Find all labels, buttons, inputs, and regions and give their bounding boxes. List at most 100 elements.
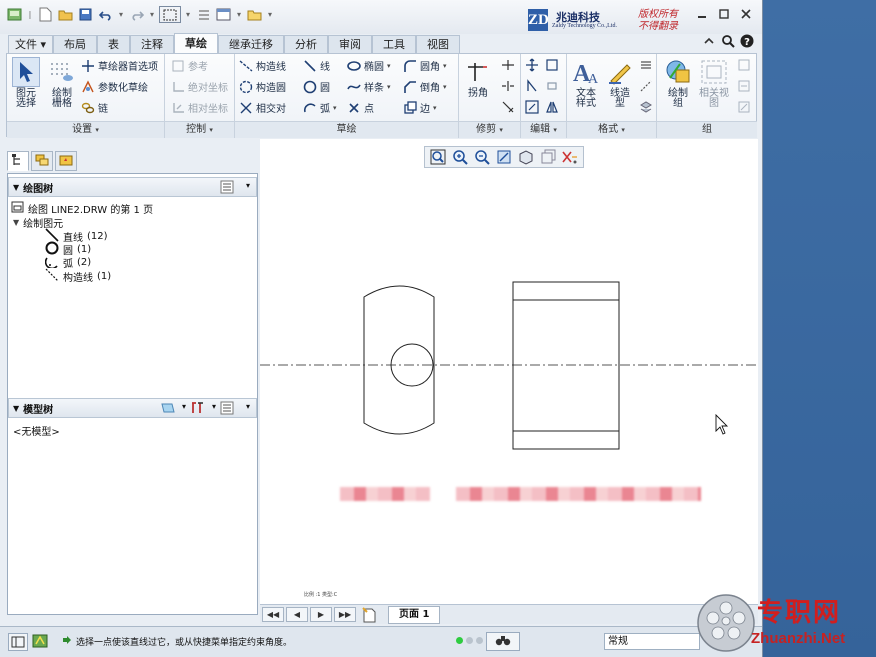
fillet-button[interactable]: 圆角 ▾: [403, 56, 447, 75]
first-page-button[interactable]: ◀◀: [262, 607, 284, 622]
expand-icon[interactable]: ▼: [13, 218, 19, 227]
tab-view[interactable]: 视图: [416, 35, 461, 53]
scale-icon[interactable]: [525, 100, 539, 114]
toggle-navigator-icon[interactable]: [8, 633, 28, 651]
tools-icon[interactable]: [190, 401, 206, 418]
save-icon[interactable]: [77, 6, 94, 23]
hatch-icon[interactable]: [639, 58, 653, 72]
chevron-down-icon[interactable]: ▾: [117, 10, 125, 19]
chevron-down-icon[interactable]: ▾: [246, 402, 250, 411]
refit-icon[interactable]: [428, 148, 448, 166]
delete-segment-icon[interactable]: [501, 79, 515, 93]
chevron-down-icon[interactable]: ▾: [433, 104, 437, 112]
circle-button[interactable]: 圆: [303, 77, 330, 96]
tab-model-tree[interactable]: [7, 151, 29, 171]
divide-icon[interactable]: [501, 58, 515, 72]
draw-grid-button[interactable]: 绘制 栅格: [45, 57, 79, 109]
chain-button[interactable]: 链: [81, 98, 108, 117]
absolute-coord-button[interactable]: 绝对坐标: [171, 77, 228, 96]
mirror-icon[interactable]: [545, 100, 559, 114]
app-menu-icon[interactable]: [6, 6, 23, 23]
select-entity-button[interactable]: 图元 选择: [9, 57, 43, 109]
maximize-icon[interactable]: [717, 8, 731, 22]
draw-group-button[interactable]: 绘制 组: [661, 57, 695, 109]
reference-button[interactable]: 参考: [171, 56, 208, 75]
show-icon[interactable]: [160, 401, 176, 418]
parametric-sketch-button[interactable]: 参数化草绘: [81, 77, 148, 96]
repaint-icon[interactable]: [494, 148, 514, 166]
search-icon[interactable]: [721, 34, 735, 51]
group-edit-icon[interactable]: [737, 100, 751, 114]
tab-layout[interactable]: 布局: [53, 35, 98, 53]
tab-tools[interactable]: 工具: [372, 35, 417, 53]
new-file-icon[interactable]: [37, 6, 54, 23]
rotate-icon[interactable]: [525, 79, 539, 93]
chevron-down-icon[interactable]: ▾: [246, 181, 250, 190]
collapse-ribbon-icon[interactable]: [702, 34, 716, 51]
move-icon[interactable]: [525, 58, 539, 72]
spline-button[interactable]: 样条 ▾: [347, 77, 391, 96]
related-view-button[interactable]: 相关视 图: [697, 57, 731, 109]
tab-annotate[interactable]: 注释: [130, 35, 175, 53]
redo-icon[interactable]: [128, 6, 145, 23]
drawing-canvas[interactable]: 比例 :1 类型:C: [260, 139, 758, 605]
construction-circle-button[interactable]: 构造圆: [239, 77, 286, 96]
relative-coord-button[interactable]: 相对坐标: [171, 98, 228, 117]
zoom-in-icon[interactable]: [450, 148, 470, 166]
trim-icon[interactable]: [501, 100, 515, 114]
chamfer-button[interactable]: 倒角 ▾: [403, 77, 447, 96]
chevron-down-icon[interactable]: ▾: [387, 62, 391, 70]
tab-table[interactable]: 表: [97, 35, 131, 53]
point-button[interactable]: 点: [347, 98, 374, 117]
select-box-icon[interactable]: [159, 6, 181, 23]
customize-qat-icon[interactable]: ▾: [266, 10, 274, 19]
zoom-out-icon[interactable]: [472, 148, 492, 166]
text-style-button[interactable]: AA 文本 样式: [569, 57, 603, 109]
chevron-down-icon[interactable]: ▾: [184, 10, 192, 19]
tree-root[interactable]: 绘图 LINE2.DRW 的第 1 页: [11, 201, 153, 216]
undo-icon[interactable]: [97, 6, 114, 23]
minimize-icon[interactable]: [695, 8, 709, 22]
datum-display-icon[interactable]: [560, 148, 580, 166]
chevron-down-icon[interactable]: ▾: [443, 62, 447, 70]
line-button[interactable]: 线: [303, 56, 330, 75]
saved-views-icon[interactable]: [538, 148, 558, 166]
open-folder-icon[interactable]: [57, 6, 74, 23]
tab-analysis[interactable]: 分析: [284, 35, 329, 53]
collapse-icon[interactable]: ▼: [13, 404, 19, 413]
arc-button[interactable]: 弧 ▾: [303, 98, 337, 117]
line-style-button[interactable]: 线造 型: [603, 57, 637, 109]
corner-button[interactable]: 拐角: [461, 57, 495, 99]
tree-settings-icon[interactable]: [220, 401, 234, 418]
last-page-button[interactable]: ▶▶: [334, 607, 356, 622]
chevron-down-icon[interactable]: ▾: [387, 83, 391, 91]
chevron-down-icon[interactable]: ▾: [212, 402, 216, 411]
group-add-icon[interactable]: [737, 58, 751, 72]
copy-icon[interactable]: [545, 79, 559, 93]
tree-item-construction-line[interactable]: 构造线 (1): [45, 268, 111, 285]
layer-icon[interactable]: [639, 100, 653, 114]
chevron-down-icon[interactable]: ▾: [235, 10, 243, 19]
browser-icon[interactable]: [31, 633, 51, 651]
find-button[interactable]: [486, 632, 520, 651]
display-style-icon[interactable]: [516, 148, 536, 166]
close-window-folder-icon[interactable]: [246, 6, 263, 23]
group-remove-icon[interactable]: [737, 79, 751, 93]
close-icon[interactable]: [739, 8, 753, 22]
tab-file[interactable]: 文件 ▾: [8, 35, 54, 53]
edge-button[interactable]: 边 ▾: [403, 98, 437, 117]
intersect-button[interactable]: 相交对: [239, 98, 286, 117]
construction-line-button[interactable]: 构造线: [239, 56, 286, 75]
page-tab[interactable]: 页面 1: [388, 605, 441, 624]
windows-icon[interactable]: [215, 6, 232, 23]
model-tree-header[interactable]: ▼ 模型树 ▾ ▾ ▾: [8, 398, 257, 418]
new-page-icon[interactable]: [362, 606, 380, 623]
drawing-tree-header[interactable]: ▼ 绘图树 ▾: [8, 177, 257, 197]
tab-review[interactable]: 审阅: [328, 35, 373, 53]
collapse-icon[interactable]: ▼: [13, 183, 19, 192]
help-icon[interactable]: ?: [740, 34, 754, 51]
next-page-button[interactable]: ▶: [310, 607, 332, 622]
tab-folder-browser[interactable]: [31, 151, 53, 171]
previous-page-button[interactable]: ◀: [286, 607, 308, 622]
selection-filter-dropdown[interactable]: 常规: [604, 633, 700, 650]
